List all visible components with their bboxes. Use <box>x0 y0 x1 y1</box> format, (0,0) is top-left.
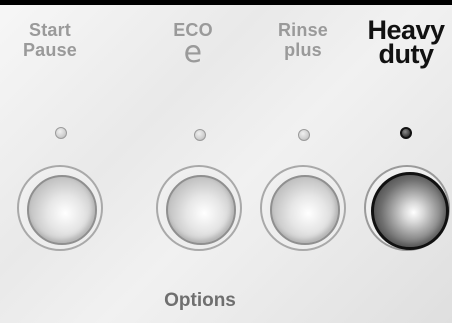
rinse-plus-label: Rinse plus <box>258 20 348 60</box>
heavy-duty-button[interactable] <box>364 165 450 251</box>
start-pause-led-icon <box>55 127 67 139</box>
eco-led-icon <box>194 129 206 141</box>
start-pause-label: Start Pause <box>10 20 90 60</box>
options-label: Options <box>164 290 236 311</box>
heavy-duty-label-line2: duty <box>378 39 435 69</box>
rinse-plus-label-line2: plus <box>284 40 322 60</box>
rinse-plus-led-icon <box>298 129 310 141</box>
heavy-duty-led-icon <box>400 127 412 139</box>
start-pause-label-line1: Start <box>28 20 71 40</box>
rinse-plus-label-line1: Rinse <box>277 20 329 40</box>
eco-e-icon: e <box>183 35 203 70</box>
control-panel: Start Pause ECO e Rinse plus Heavy duty … <box>0 0 452 323</box>
start-pause-button[interactable] <box>17 165 103 251</box>
rinse-plus-button[interactable] <box>260 165 346 251</box>
top-border <box>0 0 452 5</box>
eco-button[interactable] <box>156 165 242 251</box>
heavy-duty-label: Heavy duty <box>356 17 452 69</box>
eco-label: ECO e <box>152 20 234 70</box>
start-pause-label-line2: Pause <box>22 40 78 60</box>
